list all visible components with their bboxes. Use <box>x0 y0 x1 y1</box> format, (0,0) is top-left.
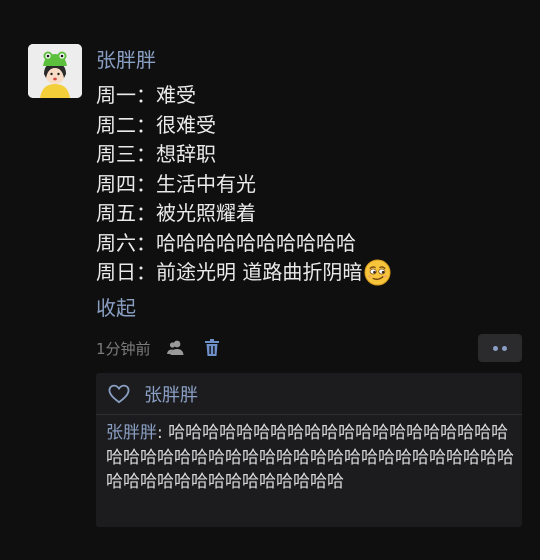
people-icon[interactable] <box>165 337 187 359</box>
avatar[interactable] <box>28 44 82 98</box>
post-line: 周一：难受 <box>96 83 196 107</box>
author-name[interactable]: 张胖胖 <box>96 47 156 73</box>
post-meta: 1分钟前 <box>96 334 223 362</box>
more-actions-button[interactable] <box>478 334 522 362</box>
heart-icon <box>108 384 130 404</box>
post-line: 周二：很难受 <box>96 112 216 137</box>
comment-item[interactable]: 张胖胖: 哈哈哈哈哈哈哈哈哈哈哈哈哈哈哈哈哈哈哈哈哈哈哈哈哈哈哈哈哈哈哈哈哈哈哈… <box>106 421 520 495</box>
smirk-emoji-icon <box>364 259 391 286</box>
liker-name[interactable]: 张胖胖 <box>144 381 198 407</box>
post-line: 周三：想辞职 <box>96 142 216 166</box>
comment-separator: : <box>157 423 169 443</box>
post-line: 周日：前途光明 道路曲折阴暗 <box>96 260 363 284</box>
more-dots-icon <box>502 345 507 351</box>
moment-post: 张胖胖 周一：难受 周二：很难受 周三：想辞职 周四：生活中有光 周五：被光照耀… <box>0 0 540 560</box>
post-line: 周五：被光照耀着 <box>96 201 256 225</box>
more-dots-icon <box>493 345 498 351</box>
comments-panel: 张胖胖 张胖胖: 哈哈哈哈哈哈哈哈哈哈哈哈哈哈哈哈哈哈哈哈哈哈哈哈哈哈哈哈哈哈哈… <box>96 373 522 527</box>
likes-row: 张胖胖 <box>108 377 198 411</box>
collapse-link[interactable]: 收起 <box>96 294 136 322</box>
trash-icon[interactable] <box>201 337 223 359</box>
post-line: 周六：哈哈哈哈哈哈哈哈哈哈 <box>96 230 356 255</box>
post-content: 周一：难受 周二：很难受 周三：想辞职 周四：生活中有光 周五：被光照耀着 周六… <box>96 81 526 288</box>
comment-text: 哈哈哈哈哈哈哈哈哈哈哈哈哈哈哈哈哈哈哈哈哈哈哈哈哈哈哈哈哈哈哈哈哈哈哈哈哈哈哈哈… <box>106 423 514 492</box>
post-time: 1分钟前 <box>96 339 151 358</box>
divider <box>96 414 522 415</box>
post-line: 周四：生活中有光 <box>96 171 256 196</box>
frog-hat-girl-avatar-icon <box>28 44 82 98</box>
post-line-with-emoji: 周日：前途光明 道路曲折阴暗 <box>96 258 526 288</box>
commenter-name[interactable]: 张胖胖 <box>106 423 157 443</box>
